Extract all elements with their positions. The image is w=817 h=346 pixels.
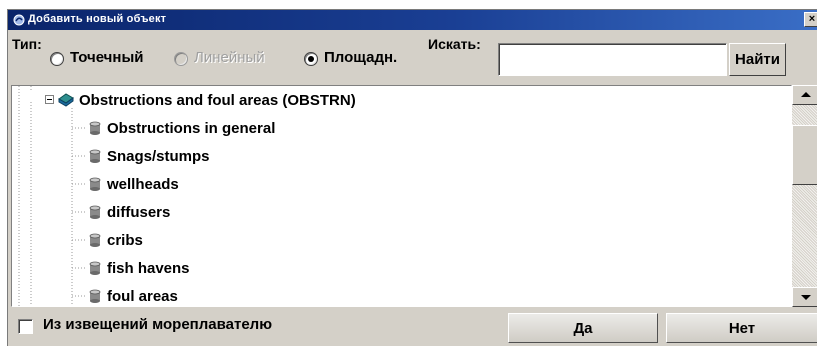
find-button[interactable]: Найти [729,43,786,76]
radio-area[interactable] [304,52,318,66]
search-input[interactable] [498,43,727,76]
scroll-down-button[interactable] [792,287,817,307]
ok-button[interactable]: Да [508,313,658,343]
tree-item-label: wellheads [107,175,179,193]
radio-point[interactable] [50,52,64,66]
tree-item[interactable]: diffusers [88,200,170,224]
tree-item[interactable]: foul areas [88,284,178,306]
tree-item-label: Obstructions in general [107,119,276,137]
cylinder-icon [89,177,101,191]
cylinder-icon [89,205,101,219]
tree-parent-label: Obstructions and foul areas (OBSTRN) [79,91,356,109]
add-object-dialog: Добавить новый объект × Тип: Точечный Ли… [7,9,817,346]
collapse-toggle-icon[interactable] [45,95,54,104]
tree-item-label: fish havens [107,259,190,277]
toolbar: Тип: Точечный Линейный Площадн. Искать: … [8,30,817,84]
tree-item-label: Snags/stumps [107,147,210,165]
cylinder-icon [89,289,101,303]
book-icon [58,93,74,107]
close-button[interactable]: × [804,12,817,27]
scroll-thumb[interactable] [792,125,817,185]
tree-item[interactable]: Obstructions in general [88,116,275,140]
radio-line [174,52,188,66]
arrow-up-icon [801,92,811,97]
tree-vertical-scrollbar[interactable] [792,85,817,307]
cylinder-icon [89,261,101,275]
scroll-up-button[interactable] [792,85,817,105]
object-tree[interactable]: Obstructions and foul areas (OBSTRN) Obs… [11,85,792,307]
window-title: Добавить новый объект [28,13,167,25]
radio-line-label: Линейный [194,49,265,66]
cancel-button[interactable]: Нет [666,313,817,343]
app-icon [13,14,25,26]
type-label: Тип: [12,36,42,52]
cylinder-icon [89,121,101,135]
tree-item-label: cribs [107,231,143,249]
cylinder-icon [89,233,101,247]
search-label: Искать: [428,36,481,52]
title-bar[interactable]: Добавить новый объект × [8,10,817,30]
tree-parent-item[interactable]: Obstructions and foul areas (OBSTRN) [58,88,356,112]
tree-item[interactable]: Snags/stumps [88,144,210,168]
dialog-footer: Из извещений мореплавателю Да Нет [8,310,817,346]
close-icon: × [808,13,816,25]
tree-item-label: diffusers [107,203,171,221]
cylinder-icon [89,149,101,163]
arrow-down-icon [801,295,811,300]
tree-item-label: foul areas [107,287,178,305]
radio-point-label[interactable]: Точечный [70,49,143,66]
tree-item[interactable]: fish havens [88,256,190,280]
tree-item[interactable]: cribs [88,228,143,252]
notices-to-mariners-checkbox[interactable] [18,319,33,334]
radio-area-label[interactable]: Площадн. [324,49,397,66]
notices-to-mariners-label[interactable]: Из извещений мореплавателю [43,316,272,333]
tree-item[interactable]: wellheads [88,172,179,196]
radio-selected-dot [308,56,314,62]
